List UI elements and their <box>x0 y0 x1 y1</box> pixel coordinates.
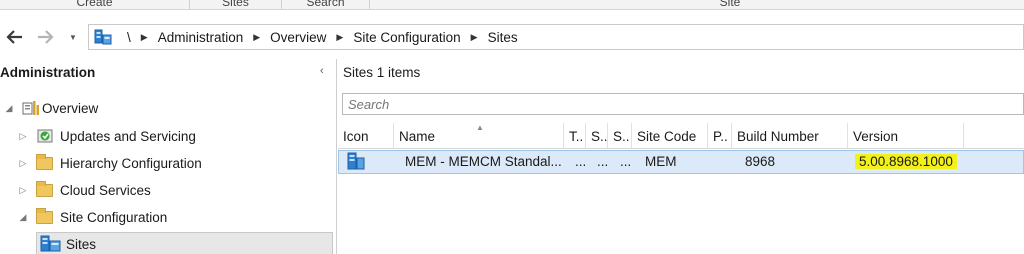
cell-s1: ... <box>597 154 609 169</box>
console-root-icon <box>94 29 112 45</box>
address-bar[interactable]: \ ▶ Administration ▶ Overview ▶ Site Con… <box>88 24 1024 50</box>
cell-p <box>715 151 731 173</box>
table-row[interactable]: MEM - MEMCM Standal... ... ... ... MEM 8… <box>338 150 1024 174</box>
cell-t: ... <box>575 154 587 169</box>
overview-icon <box>22 101 39 115</box>
cell-build-number: 8968 <box>745 154 776 169</box>
tree-item-label: Sites <box>66 236 97 252</box>
navigation-pane: Administration ‹ ◢ Overview ▷ Updates an… <box>0 59 337 254</box>
forward-arrow-icon <box>38 30 54 44</box>
cell-s2: ... <box>620 154 632 169</box>
breadcrumb-root[interactable]: \ <box>127 30 131 45</box>
cell-name: MEM - MEMCM Standal... <box>405 154 562 169</box>
column-header-site-code[interactable]: Site Code <box>632 123 708 149</box>
collapsed-arrow-icon[interactable]: ▷ <box>16 185 30 196</box>
results-title: Sites 1 items <box>343 65 421 80</box>
folder-icon <box>36 153 53 170</box>
breadcrumb-administration[interactable]: Administration <box>158 30 244 45</box>
tree-item-label: Cloud Services <box>60 182 151 198</box>
tree-item-label: Overview <box>42 100 99 116</box>
ribbon-group-sites: Sites <box>190 0 282 9</box>
cell-site-code: MEM <box>645 154 677 169</box>
cell-version: 5.00.8968.1000 <box>855 151 967 173</box>
column-header-icon[interactable]: Icon <box>338 123 394 149</box>
history-dropdown-button[interactable]: ▼ <box>66 27 80 47</box>
ribbon-group-create: Create <box>0 0 190 9</box>
site-server-icon <box>347 152 365 170</box>
breadcrumb-separator-icon: ▶ <box>253 31 261 42</box>
breadcrumb-overview[interactable]: Overview <box>270 30 326 45</box>
column-header-s1[interactable]: S.. <box>586 123 608 149</box>
collapsed-arrow-icon[interactable]: ▷ <box>16 131 30 142</box>
version-highlight: 5.00.8968.1000 <box>855 154 957 169</box>
search-input[interactable] <box>342 93 1024 115</box>
breadcrumb-separator-icon: ▶ <box>140 31 148 42</box>
expanded-arrow-icon[interactable]: ◢ <box>16 212 30 223</box>
tree-item-label: Hierarchy Configuration <box>60 155 202 171</box>
updates-icon <box>37 129 53 143</box>
column-header-s2[interactable]: S.. <box>608 123 632 149</box>
tree-item-sites[interactable]: Sites <box>40 232 96 254</box>
back-button[interactable] <box>4 27 26 47</box>
tree-item-label: Site Configuration <box>60 209 168 225</box>
collapsed-arrow-icon[interactable]: ▷ <box>16 158 30 169</box>
tree-item-hierarchy-configuration[interactable]: ▷ Hierarchy Configuration <box>16 151 202 175</box>
column-header-p[interactable]: P.. <box>708 123 732 149</box>
expanded-arrow-icon[interactable]: ◢ <box>2 103 16 114</box>
column-header-build-number[interactable]: Build Number <box>732 123 848 149</box>
tree-item-overview[interactable]: ◢ Overview <box>2 96 99 120</box>
results-pane: Sites 1 items ▲ Icon Name T.. S.. S.. Si… <box>338 59 1024 254</box>
pane-title: Administration <box>0 65 96 80</box>
site-server-icon-cell <box>347 151 377 173</box>
tree-item-label: Updates and Servicing <box>60 128 196 144</box>
breadcrumb-sites[interactable]: Sites <box>488 30 518 45</box>
folder-icon <box>36 207 53 224</box>
sites-icon <box>40 235 61 252</box>
forward-button[interactable] <box>34 27 56 47</box>
sites-grid: ▲ Icon Name T.. S.. S.. Site Code P.. Bu… <box>338 123 1024 254</box>
column-header-version[interactable]: Version <box>848 123 964 149</box>
navigation-bar: ▼ \ ▶ Administration ▶ Overview ▶ Site C… <box>0 19 1024 55</box>
breadcrumb-separator-icon: ▶ <box>336 31 344 42</box>
ribbon-group-search: Search <box>282 0 370 9</box>
tree-item-cloud-services[interactable]: ▷ Cloud Services <box>16 178 151 202</box>
back-arrow-icon <box>6 30 22 44</box>
collapse-pane-button[interactable]: ‹ <box>320 65 324 77</box>
breadcrumb-separator-icon: ▶ <box>470 31 478 42</box>
folder-icon <box>36 180 53 197</box>
tree-item-updates-and-servicing[interactable]: ▷ Updates and Servicing <box>16 124 196 148</box>
grid-header: ▲ Icon Name T.. S.. S.. Site Code P.. Bu… <box>338 123 1024 149</box>
ribbon-group-site: Site <box>719 0 741 9</box>
breadcrumb-site-configuration[interactable]: Site Configuration <box>353 30 460 45</box>
ribbon-group-strip: Create Sites Search Site <box>0 0 1024 10</box>
tree-item-site-configuration[interactable]: ◢ Site Configuration <box>16 205 167 229</box>
column-header-t[interactable]: T.. <box>564 123 586 149</box>
column-header-name[interactable]: Name <box>394 123 564 149</box>
chevron-down-icon: ▼ <box>69 32 77 42</box>
